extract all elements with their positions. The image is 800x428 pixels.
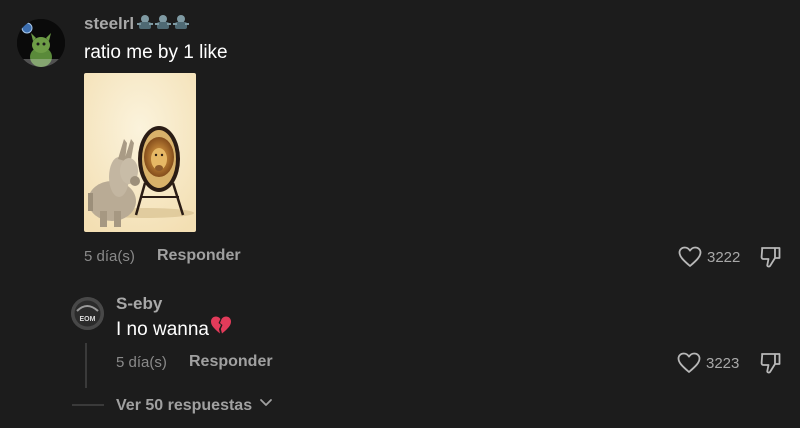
view-replies-divider [72, 404, 104, 406]
thread-line [85, 343, 87, 388]
zombie-icon [172, 14, 190, 35]
reply-username[interactable]: S-eby [116, 294, 162, 314]
reply-avatar-text: EOM [80, 316, 96, 323]
comment-like-count: 3222 [707, 249, 741, 266]
reply-like-count: 3223 [706, 355, 740, 372]
comment-username-row[interactable]: steelrl [84, 14, 190, 35]
comment-image[interactable] [84, 73, 196, 232]
reply-text: I no wanna [116, 319, 209, 341]
heart-icon[interactable] [678, 246, 702, 268]
user-avatar[interactable] [17, 19, 65, 67]
comment-username[interactable]: steelrl [84, 14, 134, 33]
reply-text-row: I no wanna [116, 315, 232, 342]
comment-age: 5 día(s) [84, 248, 135, 265]
view-more-replies-label[interactable]: Ver 50 respuestas [116, 397, 252, 414]
comment-reply-button[interactable]: Responder [157, 247, 241, 265]
broken-heart-icon [210, 315, 232, 342]
reply-avatar[interactable]: EOM [71, 297, 104, 330]
view-more-replies-button[interactable]: Ver 50 respuestas [116, 397, 273, 415]
reply-age: 5 día(s) [116, 354, 167, 371]
dislike-icon[interactable] [759, 244, 783, 270]
chevron-down-icon [259, 395, 273, 413]
zombie-icon [136, 14, 154, 35]
reply-reply-button[interactable]: Responder [189, 353, 273, 371]
zombie-icon [154, 14, 172, 35]
heart-icon[interactable] [677, 352, 701, 374]
comment-text: ratio me by 1 like [84, 42, 228, 63]
dislike-icon[interactable] [759, 350, 783, 376]
